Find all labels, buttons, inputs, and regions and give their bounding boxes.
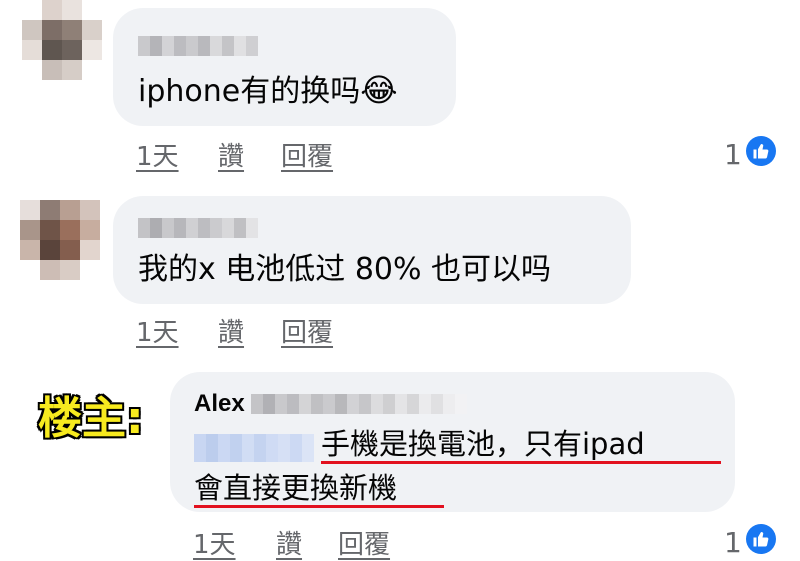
like-button[interactable]: 讚 xyxy=(276,524,302,561)
author-name[interactable]: Alex xyxy=(194,390,245,418)
thumbs-up-icon[interactable] xyxy=(746,136,776,166)
reply-button[interactable]: 回覆 xyxy=(338,524,390,561)
avatar[interactable] xyxy=(22,0,102,80)
thumbs-up-icon[interactable] xyxy=(746,524,776,554)
timestamp-link[interactable]: 1天 xyxy=(136,312,179,349)
avatar[interactable] xyxy=(20,200,100,280)
like-count[interactable]: 1 xyxy=(724,138,742,171)
comment-bubble: 我的x 电池低过 80% 也可以吗 xyxy=(113,196,631,304)
highlight-underline xyxy=(321,461,721,464)
comment-text: 我的x 电池低过 80% 也可以吗 xyxy=(138,252,552,287)
reply-line-2: 會直接更換新機 xyxy=(194,471,398,505)
highlight-underline xyxy=(194,505,444,508)
timestamp-link[interactable]: 1天 xyxy=(193,524,236,561)
owner-tag: 楼主: xyxy=(37,392,146,446)
comment-text: iphone有的换吗😂 xyxy=(138,71,398,109)
timestamp-link[interactable]: 1天 xyxy=(136,136,179,173)
like-button[interactable]: 讚 xyxy=(218,136,244,173)
blurred-surname xyxy=(250,394,467,414)
like-button[interactable]: 讚 xyxy=(218,312,244,349)
comment-bubble: Alex 手機是換電池，只有ipad 會直接更換新機 xyxy=(170,372,735,512)
reply-button[interactable]: 回覆 xyxy=(281,312,333,349)
comment-bubble: iphone有的换吗😂 xyxy=(113,8,456,126)
reply-button[interactable]: 回覆 xyxy=(281,136,333,173)
like-count[interactable]: 1 xyxy=(724,526,742,559)
blurred-mention xyxy=(194,434,314,462)
blurred-name xyxy=(138,218,258,238)
reply-line-1: 手機是換電池，只有ipad xyxy=(321,427,645,461)
blurred-name xyxy=(138,36,258,56)
laughing-emoji-icon: 😂 xyxy=(360,71,398,109)
